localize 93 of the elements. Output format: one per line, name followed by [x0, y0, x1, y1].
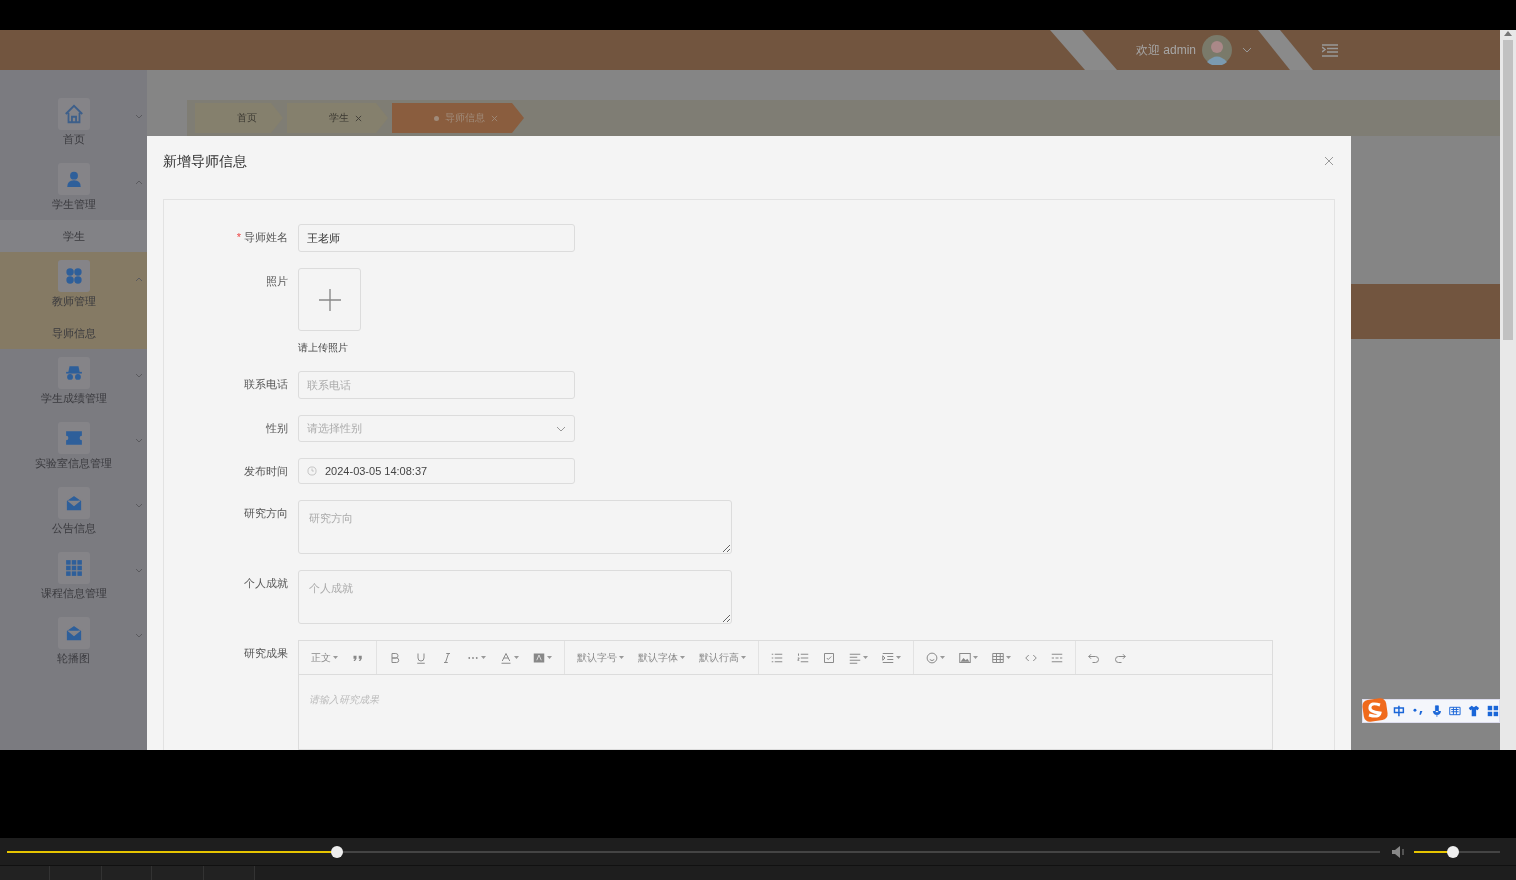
caret-icon — [940, 655, 945, 660]
date-field[interactable]: 2024-03-05 14:08:37 — [298, 458, 575, 484]
menu-icon[interactable] — [1322, 43, 1338, 57]
caret-icon — [896, 655, 901, 660]
numbered-list-icon — [797, 651, 809, 664]
chevron-up-icon[interactable] — [135, 179, 143, 185]
spy-icon — [64, 364, 83, 382]
chevron-down-icon[interactable] — [135, 568, 143, 574]
format-dropdown[interactable]: 正文 — [307, 646, 342, 669]
textarea-field[interactable]: 个人成就 — [298, 570, 732, 624]
chevron-up-icon[interactable] — [135, 276, 143, 282]
textarea-field[interactable]: 研究方向 — [298, 500, 732, 554]
format-dropdown[interactable]: 默认字体 — [634, 646, 689, 669]
indent-icon — [882, 651, 894, 664]
field-label: 研究成果 — [243, 646, 289, 661]
person-icon — [64, 170, 83, 188]
caret-icon — [481, 655, 486, 660]
keyboard-icon — [1449, 705, 1462, 717]
grid-icon — [64, 559, 83, 577]
dot-icon — [434, 115, 439, 121]
image-icon — [959, 651, 971, 664]
sidebar-item[interactable]: 首页 — [0, 90, 147, 155]
scroll-up-icon[interactable] — [1504, 31, 1512, 36]
caret-icon — [547, 655, 552, 660]
scroll-thumb[interactable] — [1503, 40, 1513, 340]
caret-icon — [619, 655, 624, 660]
breadcrumb-tab[interactable]: 学生 — [287, 103, 388, 133]
field-label: * 导师姓名 — [235, 230, 289, 245]
progress-thumb[interactable] — [330, 845, 343, 858]
caret-icon — [741, 655, 746, 660]
chevron-down-icon[interactable] — [135, 438, 143, 444]
format-dropdown[interactable]: 默认行高 — [695, 646, 750, 669]
close-icon — [491, 114, 498, 122]
chinese-mode-icon — [1393, 705, 1405, 717]
upload-button[interactable] — [298, 268, 361, 331]
envelope-icon — [64, 624, 83, 642]
avatar-icon[interactable] — [1202, 35, 1232, 65]
field-label: 联系电话 — [243, 377, 289, 392]
checklist-icon — [823, 651, 835, 664]
sidebar-subitem[interactable]: 学生 — [0, 220, 147, 252]
text-field[interactable]: 联系电话 — [298, 371, 575, 399]
format-dropdown[interactable]: 默认字号 — [573, 646, 628, 669]
close-icon[interactable] — [1324, 156, 1334, 166]
highlight-icon — [533, 651, 545, 664]
chevron-down-icon[interactable] — [1242, 47, 1252, 53]
align-icon — [849, 651, 861, 664]
caret-icon — [333, 655, 338, 660]
underline-icon — [415, 651, 427, 664]
close-icon — [355, 114, 362, 122]
redo-icon — [1114, 651, 1126, 664]
divider-icon — [1051, 651, 1063, 664]
ime-logo-icon[interactable] — [1361, 697, 1389, 723]
chevron-down-icon[interactable] — [135, 114, 143, 120]
caret-icon — [680, 655, 685, 660]
chevron-down-icon[interactable] — [135, 633, 143, 639]
envelope-icon — [64, 494, 83, 512]
bullet-list-icon — [771, 651, 783, 664]
text-field[interactable]: 王老师 — [298, 224, 575, 252]
sidebar-subitem[interactable]: 导师信息 — [0, 317, 147, 349]
four-dots-icon — [64, 267, 83, 285]
upload-hint: 请上传照片 — [298, 341, 349, 355]
volume-thumb[interactable] — [1446, 845, 1459, 858]
plus-icon — [318, 288, 341, 311]
chevron-down-icon[interactable] — [135, 503, 143, 509]
table-icon — [992, 651, 1004, 664]
sidebar-item[interactable]: 教师管理 — [0, 252, 147, 317]
field-label: 发布时间 — [243, 464, 289, 479]
shirt-icon — [1468, 705, 1481, 717]
caret-icon — [514, 655, 519, 660]
caret-icon — [973, 655, 978, 660]
clock-icon — [307, 466, 317, 476]
welcome-text: 欢迎 admin — [1135, 41, 1196, 59]
bold-icon — [389, 651, 401, 664]
apps-icon — [1487, 705, 1499, 717]
speaker-icon[interactable] — [1392, 845, 1406, 858]
caret-icon — [1006, 655, 1011, 660]
scrollbar[interactable] — [1500, 30, 1516, 750]
font-color-icon — [500, 651, 512, 664]
ticket-icon — [64, 429, 83, 447]
field-label: 个人成就 — [243, 576, 289, 591]
field-label: 照片 — [265, 274, 289, 289]
chevron-down-icon[interactable] — [135, 373, 143, 379]
breadcrumb-tab[interactable]: 首页 — [195, 103, 283, 133]
microphone-icon — [1430, 705, 1443, 717]
field-label: 性别 — [265, 421, 289, 436]
select-field[interactable]: 请选择性别 — [298, 415, 575, 442]
home-icon — [62, 103, 85, 125]
field-label: 研究方向 — [243, 506, 289, 521]
undo-icon — [1088, 651, 1100, 664]
italic-icon — [441, 651, 453, 664]
caret-icon — [863, 655, 868, 660]
dialog-title: 新增导师信息 — [163, 153, 247, 171]
emoji-icon — [926, 651, 938, 664]
